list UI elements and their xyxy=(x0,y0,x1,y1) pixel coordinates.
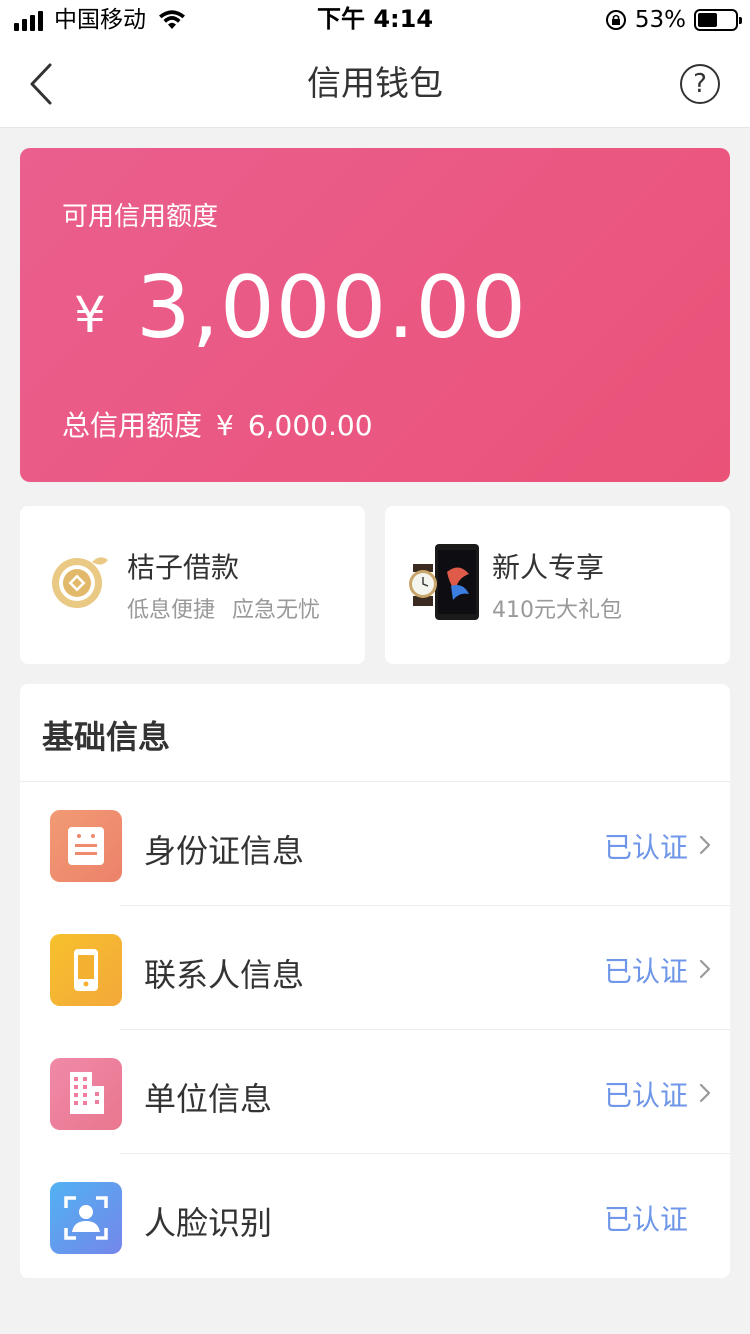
available-credit-amount: 3,000.00 xyxy=(136,258,527,358)
building-icon xyxy=(50,1058,122,1130)
total-credit-amount: 6,000.00 xyxy=(247,409,373,442)
battery-icon xyxy=(694,9,742,31)
help-button[interactable]: ? xyxy=(680,64,720,104)
id-card-icon xyxy=(50,810,122,882)
chevron-right-icon xyxy=(699,959,711,979)
status-bar: 中国移动 下午 4:14 53% xyxy=(0,0,750,40)
verified-status: 已认证 xyxy=(603,831,688,864)
currency-symbol: ¥ xyxy=(74,286,106,344)
credit-limit-card: 可用信用额度 ¥ 3,000.00 总信用额度 ¥6,000.00 xyxy=(20,148,730,482)
phone-watch-image xyxy=(409,544,479,620)
total-currency-symbol: ¥ xyxy=(216,409,234,442)
loan-promo-title: 桔子借款 xyxy=(127,551,240,584)
available-credit-label: 可用信用额度 xyxy=(62,202,219,232)
loan-promo-subtitle: 低息便捷 应急无忧 xyxy=(127,598,320,623)
verified-status: 已认证 xyxy=(603,1079,688,1112)
battery-percent: 53% xyxy=(634,7,686,33)
orange-coin-icon xyxy=(52,557,108,608)
nav-bar: 信用钱包 ? xyxy=(0,40,750,128)
basic-info-title: 基础信息 xyxy=(42,718,171,756)
new-user-promo-card[interactable]: 新人专享 410元大礼包 xyxy=(385,506,730,664)
info-row-face-recognition[interactable]: 人脸识别 已认证 xyxy=(20,1154,730,1278)
verified-status: 已认证 xyxy=(603,955,688,988)
total-credit-row: 总信用额度 ¥6,000.00 xyxy=(62,404,387,444)
chevron-right-icon xyxy=(699,835,711,855)
info-row-employer[interactable]: 单位信息 已认证 xyxy=(20,1030,730,1154)
basic-info-section: 基础信息 身份证信息 已认证 联系人信息 已认证 单位信息 已认证 人脸识别 已… xyxy=(20,684,730,1278)
rotation-lock-icon xyxy=(605,10,626,30)
basic-info-header: 基础信息 xyxy=(20,684,730,782)
info-row-label: 人脸识别 xyxy=(144,1204,273,1242)
info-row-contacts[interactable]: 联系人信息 已认证 xyxy=(20,906,730,1030)
status-right: 53% xyxy=(605,6,742,34)
verified-status: 已认证 xyxy=(603,1203,688,1236)
loan-promo-card[interactable]: 桔子借款 低息便捷 应急无忧 xyxy=(20,506,365,664)
info-row-label: 联系人信息 xyxy=(144,956,305,994)
new-user-promo-title: 新人专享 xyxy=(492,551,605,584)
info-row-label: 单位信息 xyxy=(144,1080,273,1118)
chevron-right-icon xyxy=(699,1083,711,1103)
total-credit-label: 总信用额度 xyxy=(62,409,203,442)
face-scan-icon xyxy=(50,1182,122,1254)
new-user-promo-subtitle: 410元大礼包 xyxy=(492,598,622,623)
page-title: 信用钱包 xyxy=(307,64,443,104)
phone-icon xyxy=(50,934,122,1006)
info-row-id-card[interactable]: 身份证信息 已认证 xyxy=(20,782,730,906)
info-row-label: 身份证信息 xyxy=(144,832,305,870)
